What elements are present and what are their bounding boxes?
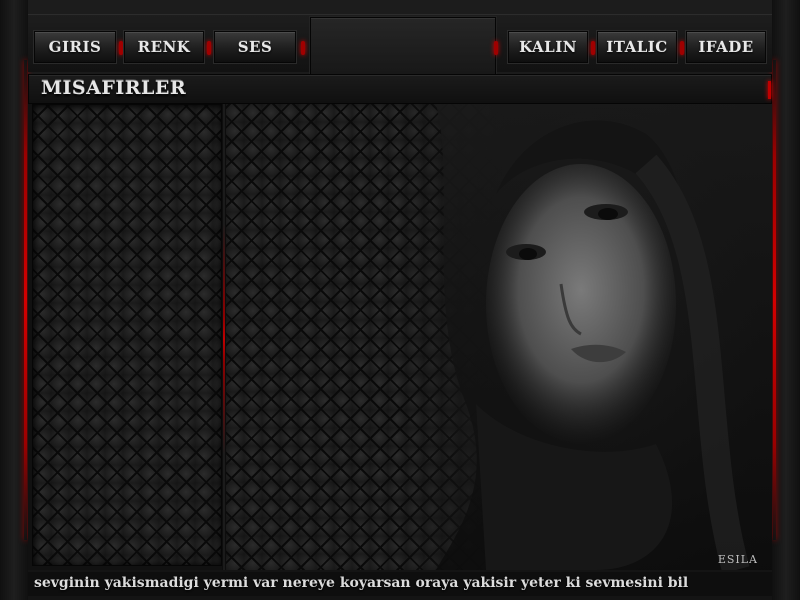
chat-window-frame: GIRIS RENK SES KALIN ITALIC IFADE MISAFI…	[0, 0, 800, 600]
scrolling-message-bar: sevginin yakismadigi yermi var nereye ko…	[28, 572, 772, 596]
ses-button[interactable]: SES	[214, 31, 296, 63]
portrait-illustration	[436, 104, 772, 570]
toolbar-separator	[207, 41, 211, 55]
ifade-button[interactable]: IFADE	[686, 31, 766, 63]
renk-button[interactable]: RENK	[124, 31, 204, 63]
right-rail	[772, 0, 800, 600]
title-bar-glow	[768, 81, 771, 99]
toolbar-separator	[591, 41, 595, 55]
watermark-signature: ESILA	[717, 553, 758, 566]
italic-button[interactable]: ITALIC	[597, 31, 677, 63]
chat-message-area[interactable]: ESILA	[226, 104, 772, 570]
top-toolbar: GIRIS RENK SES KALIN ITALIC IFADE	[28, 14, 772, 83]
left-rail-glow	[24, 60, 27, 540]
main-content: ESILA	[28, 104, 772, 570]
right-rail-glow	[773, 60, 776, 540]
toolbar-separator	[301, 41, 305, 55]
background-portrait-image	[396, 104, 772, 570]
users-title: MISAFIRLER	[41, 77, 187, 99]
toolbar-separator	[494, 41, 498, 55]
user-list-panel[interactable]	[32, 104, 222, 566]
left-rail	[0, 0, 28, 600]
marquee-text: sevginin yakismadigi yermi var nereye ko…	[34, 575, 689, 591]
users-title-bar: MISAFIRLER	[28, 74, 772, 104]
toolbar-separator	[680, 41, 684, 55]
toolbar-separator	[119, 41, 123, 55]
kalin-button[interactable]: KALIN	[508, 31, 588, 63]
giris-button[interactable]: GIRIS	[34, 31, 116, 63]
